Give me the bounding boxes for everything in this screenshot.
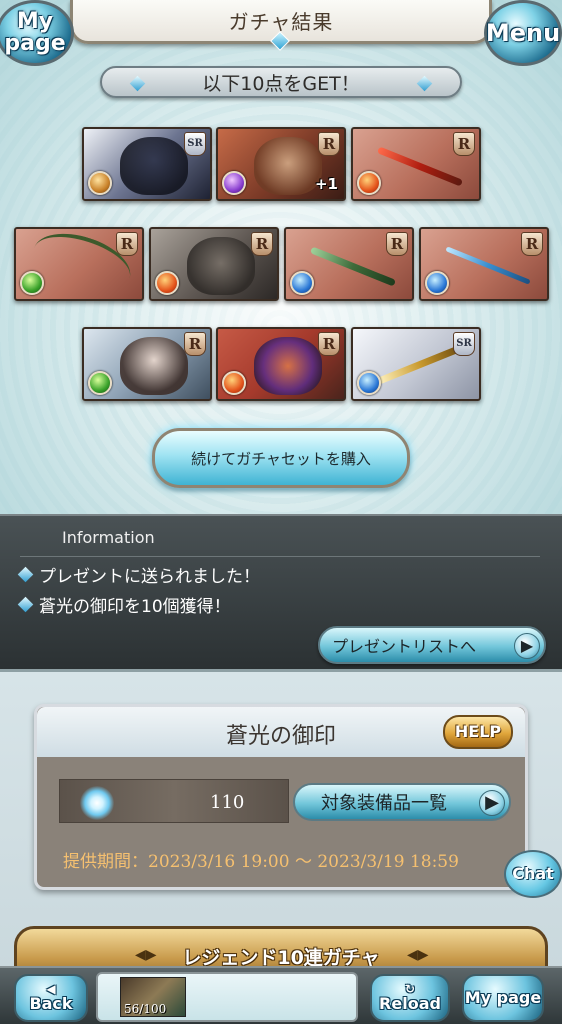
- seal-panel-header: 蒼光の御印 HELP: [37, 707, 525, 757]
- result-card-7[interactable]: R: [419, 227, 549, 301]
- plus-badge: +1: [314, 175, 338, 193]
- arrow-right-icon: ▶: [479, 790, 505, 816]
- back-button[interactable]: ◀ Back: [14, 974, 88, 1022]
- page-title: ガチャ結果: [228, 10, 334, 34]
- fire-element-icon: [155, 271, 179, 295]
- chat-button[interactable]: Chat: [504, 850, 562, 898]
- water-element-icon: [357, 371, 381, 395]
- summon-art: [187, 237, 255, 295]
- information-item-text: プレゼントに送られました！: [39, 567, 260, 587]
- result-card-1[interactable]: SR: [82, 127, 212, 201]
- result-card-5[interactable]: R: [149, 227, 279, 301]
- information-panel: Information プレゼントに送られました！ 蒼光の御印を10個獲得！ プ…: [0, 514, 562, 672]
- rarity-badge: R: [116, 232, 138, 256]
- result-card-4[interactable]: R: [14, 227, 144, 301]
- summon-art: [254, 137, 322, 195]
- diamond-icon: [129, 75, 146, 92]
- water-element-icon: [290, 271, 314, 295]
- diamond-icon: [17, 566, 34, 583]
- information-item-text: 蒼光の御印を10個獲得！: [39, 597, 231, 617]
- diamond-icon: [17, 596, 34, 613]
- rarity-badge: R: [184, 332, 206, 356]
- present-list-button[interactable]: プレゼントリストへ ▶: [318, 626, 546, 664]
- dark-element-icon: [222, 171, 246, 195]
- present-list-label: プレゼントリストへ: [332, 637, 477, 656]
- rarity-badge: R: [251, 232, 273, 256]
- result-card-9[interactable]: R: [216, 327, 346, 401]
- result-card-10[interactable]: SR: [351, 327, 481, 401]
- rarity-badge: SR: [184, 132, 206, 156]
- divider: [20, 556, 540, 557]
- buy-gacha-set-button[interactable]: 続けてガチャセットを購入: [152, 428, 410, 488]
- weapon-art: [376, 146, 464, 187]
- fire-element-icon: [357, 171, 381, 195]
- mypage-bottom-button[interactable]: My page: [462, 974, 544, 1022]
- rarity-badge: SR: [453, 332, 475, 356]
- seal-counter: 110: [59, 779, 289, 823]
- buy-gacha-set-label: 続けてガチャセットを購入: [191, 449, 371, 468]
- equipment-list-button[interactable]: 対象装備品一覧 ▶: [293, 783, 511, 821]
- information-item: プレゼントに送られました！: [17, 562, 260, 587]
- mypage-label: My page: [4, 9, 66, 56]
- result-card-6[interactable]: R: [284, 227, 414, 301]
- reload-button[interactable]: ↻ Reload: [370, 974, 450, 1022]
- rarity-badge: R: [386, 232, 408, 256]
- rarity-badge: R: [453, 132, 475, 156]
- rarity-badge: R: [318, 132, 340, 156]
- wind-element-icon: [88, 371, 112, 395]
- information-item: 蒼光の御印を10個獲得！: [17, 592, 231, 617]
- fire-element-icon: [222, 371, 246, 395]
- wind-element-icon: [20, 271, 44, 295]
- summon-art: [254, 337, 322, 395]
- character-art: [120, 337, 188, 395]
- menu-button[interactable]: Menu: [484, 0, 562, 66]
- equipment-list-label: 対象装備品一覧: [321, 793, 447, 814]
- seal-count: 110: [210, 792, 245, 813]
- offer-period: 提供期間：2023/3/16 19:00 〜 2023/3/19 18:59: [63, 852, 459, 872]
- weapon-art: [445, 246, 531, 285]
- rarity-badge: R: [318, 332, 340, 356]
- blue-seal-icon: [80, 786, 114, 820]
- rarity-badge: R: [521, 232, 543, 256]
- result-card-8[interactable]: R: [82, 327, 212, 401]
- result-card-2[interactable]: R +1: [216, 127, 346, 201]
- weapon-art: [309, 246, 397, 287]
- menu-label: Menu: [485, 19, 561, 47]
- result-banner-text: 以下10点をGET！: [202, 72, 360, 95]
- diamond-icon: [416, 75, 433, 92]
- character-art: [120, 137, 188, 195]
- stamina-panel: 56/100: [96, 972, 358, 1022]
- result-banner: 以下10点をGET！: [100, 66, 462, 98]
- seal-panel: 蒼光の御印 HELP 110 対象装備品一覧 ▶ 提供期間：2023/3/16 …: [34, 704, 528, 890]
- arrow-right-icon: ◀▶: [407, 947, 429, 963]
- weapon-art: [376, 344, 464, 385]
- arrow-right-icon: ▶: [514, 633, 540, 659]
- result-card-3[interactable]: R: [351, 127, 481, 201]
- information-title: Information: [62, 528, 155, 547]
- stamina-count: 56/100: [124, 1002, 167, 1016]
- reload-label: Reload: [379, 993, 441, 1013]
- mypage-bottom-label: My page: [464, 987, 542, 1007]
- earth-element-icon: [88, 171, 112, 195]
- water-element-icon: [425, 271, 449, 295]
- bottom-nav-bar: ◀ Back 56/100 ↻ Reload My page: [0, 966, 562, 1024]
- back-label: Back: [29, 993, 73, 1013]
- help-button[interactable]: HELP: [443, 715, 513, 749]
